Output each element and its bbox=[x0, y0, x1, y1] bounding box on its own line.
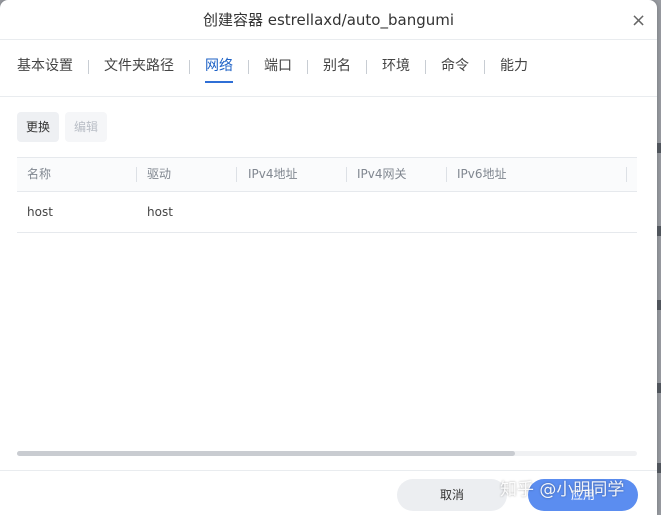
table-header: 名称 驱动 IPv4地址 IPv4网关 IPv6地址 bbox=[17, 157, 637, 192]
cell-driver: host bbox=[147, 205, 173, 219]
tab-alias[interactable]: 别名 bbox=[323, 52, 351, 82]
column-header-ipv4-gateway[interactable]: IPv4网关 bbox=[357, 158, 407, 191]
watermark: 知乎 @小明同学 bbox=[500, 480, 625, 500]
tab-divider bbox=[88, 60, 89, 74]
background-mark bbox=[657, 383, 661, 393]
background-mark bbox=[657, 300, 661, 310]
tab-network[interactable]: 网络 bbox=[205, 52, 233, 83]
horizontal-scrollbar[interactable] bbox=[17, 451, 637, 456]
background-mark bbox=[657, 463, 661, 473]
tab-divider bbox=[189, 60, 190, 74]
create-container-dialog: 创建容器 estrellaxd/auto_bangumi × 基本设置 文件夹路… bbox=[0, 0, 657, 515]
table-row[interactable]: host host bbox=[17, 192, 637, 233]
network-table: 名称 驱动 IPv4地址 IPv4网关 IPv6地址 host host bbox=[17, 157, 637, 233]
close-icon[interactable]: × bbox=[631, 12, 646, 30]
tab-divider bbox=[366, 60, 367, 74]
column-header-ipv6-address[interactable]: IPv6地址 bbox=[457, 158, 507, 191]
column-header-ipv4-address[interactable]: IPv4地址 bbox=[248, 158, 298, 191]
tab-basic-settings[interactable]: 基本设置 bbox=[17, 52, 73, 82]
edit-button[interactable]: 编辑 bbox=[65, 112, 107, 142]
column-divider[interactable] bbox=[626, 167, 627, 182]
tab-divider bbox=[307, 60, 308, 74]
cell-name: host bbox=[27, 205, 53, 219]
column-header-name[interactable]: 名称 bbox=[27, 158, 51, 191]
divider bbox=[0, 470, 657, 471]
tab-ports[interactable]: 端口 bbox=[264, 52, 292, 82]
scrollbar-thumb[interactable] bbox=[17, 451, 515, 456]
change-button[interactable]: 更换 bbox=[17, 112, 59, 142]
divider bbox=[0, 96, 657, 97]
cancel-button[interactable]: 取消 bbox=[397, 479, 507, 511]
tab-capabilities[interactable]: 能力 bbox=[500, 52, 528, 82]
background-mark bbox=[657, 226, 661, 236]
dialog-title: 创建容器 estrellaxd/auto_bangumi bbox=[202, 11, 455, 29]
divider bbox=[0, 39, 657, 40]
tab-divider bbox=[248, 60, 249, 74]
tab-environment[interactable]: 环境 bbox=[382, 52, 410, 82]
tab-divider bbox=[425, 60, 426, 74]
tab-bar: 基本设置 文件夹路径 网络 端口 别名 环境 命令 能力 bbox=[17, 52, 528, 83]
column-divider[interactable] bbox=[446, 167, 447, 182]
column-divider[interactable] bbox=[236, 167, 237, 182]
column-header-driver[interactable]: 驱动 bbox=[147, 158, 171, 191]
column-divider[interactable] bbox=[346, 167, 347, 182]
column-divider[interactable] bbox=[136, 167, 137, 182]
tab-folder-path[interactable]: 文件夹路径 bbox=[104, 52, 174, 82]
tab-divider bbox=[484, 60, 485, 74]
tab-command[interactable]: 命令 bbox=[441, 52, 469, 82]
background-mark bbox=[657, 143, 661, 153]
background-window-edge bbox=[657, 0, 661, 515]
